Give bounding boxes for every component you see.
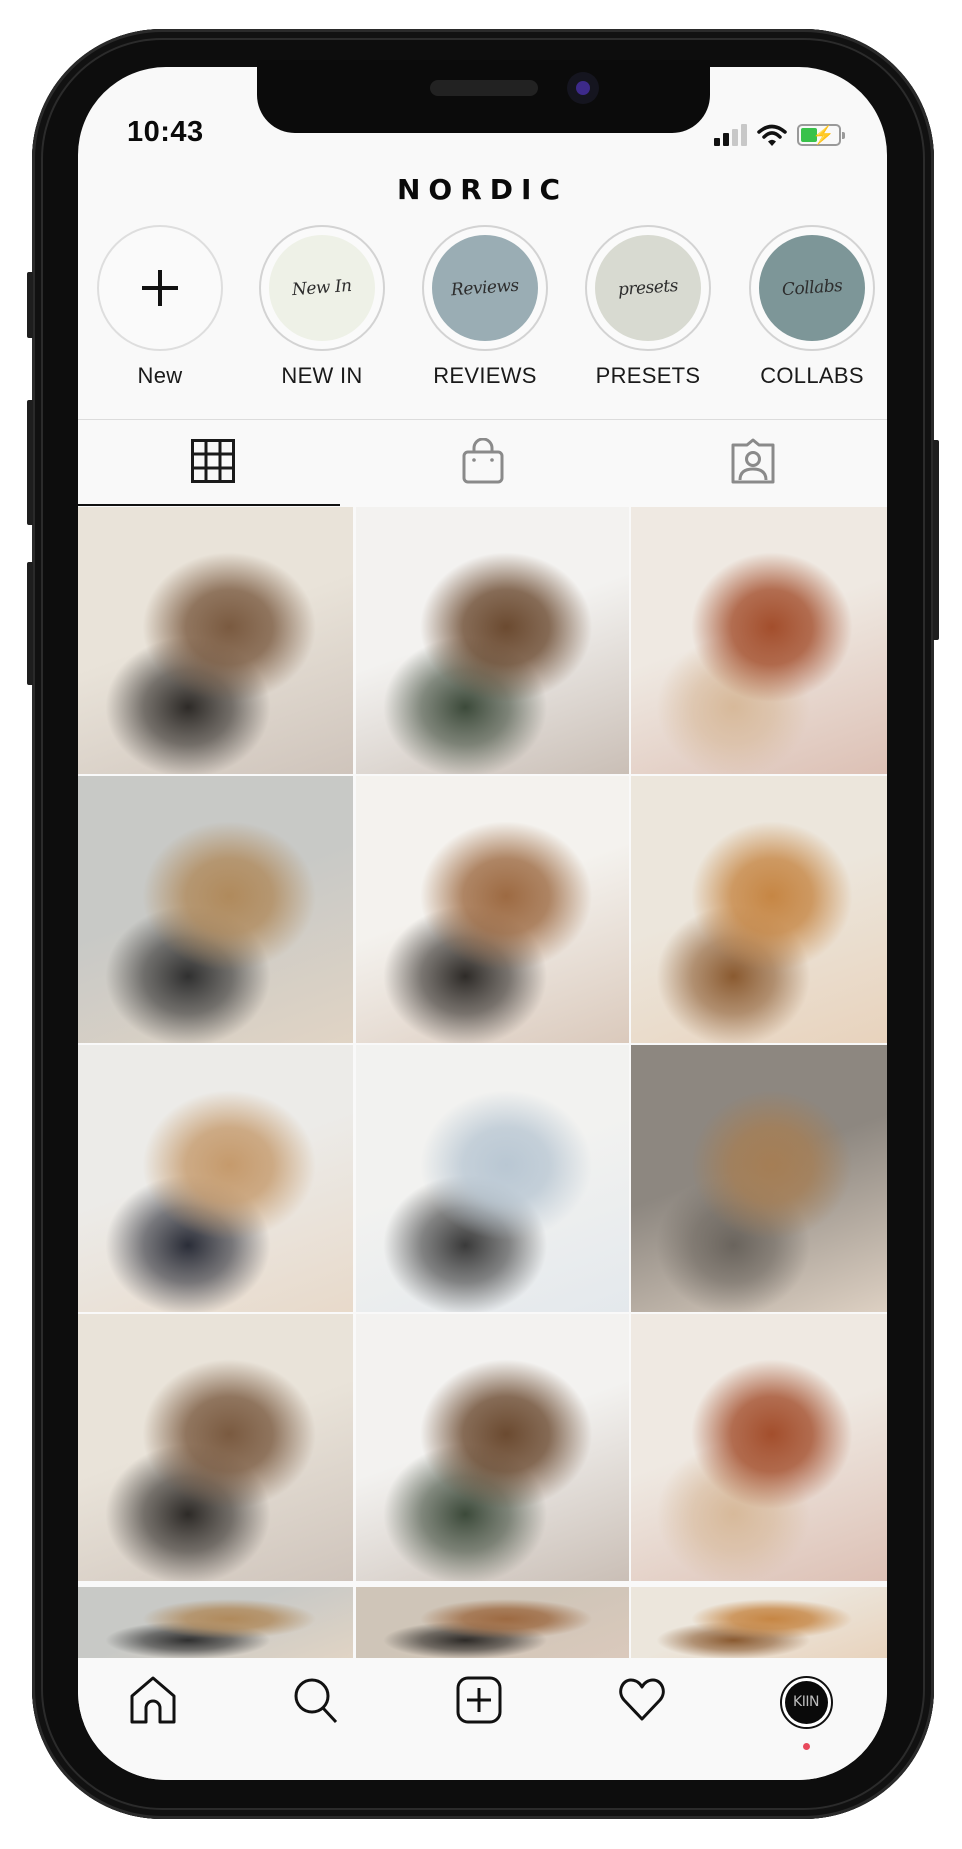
highlight-cover: presets [595, 235, 701, 341]
grid-post[interactable] [631, 1314, 887, 1581]
grid-post[interactable] [356, 1045, 629, 1312]
wifi-icon [757, 124, 787, 146]
charging-bolt-icon: ⚡ [812, 125, 835, 145]
battery-icon: ⚡ [797, 124, 845, 146]
nav-search[interactable] [285, 1672, 345, 1732]
posts-grid [78, 507, 887, 1658]
highlight-ring: presets [585, 225, 711, 351]
grid-post[interactable] [78, 776, 353, 1043]
highlight-cover: Collabs [759, 235, 865, 341]
grid-post[interactable] [356, 507, 629, 774]
front-camera [567, 72, 599, 104]
plus-icon [142, 270, 178, 306]
avatar-text: KIIN [784, 1680, 828, 1724]
volume-down-button [27, 562, 33, 685]
highlight-ring: New In [259, 225, 385, 351]
highlight-cover: Reviews [432, 235, 538, 341]
highlight-cover-text: Reviews [450, 275, 520, 301]
add-post-icon [456, 1676, 502, 1729]
highlight-new[interactable]: New [85, 225, 235, 389]
grid-post[interactable] [78, 1314, 353, 1581]
grid-icon [190, 438, 235, 488]
bottom-navigation: KIIN [78, 1658, 887, 1780]
power-button [933, 440, 939, 640]
grid-post[interactable] [356, 776, 629, 1043]
nav-profile[interactable]: KIIN [776, 1672, 836, 1732]
grid-post[interactable] [631, 776, 887, 1043]
highlight-cover-text: New In [291, 275, 353, 301]
grid-post[interactable] [631, 507, 887, 774]
avatar: KIIN [779, 1675, 833, 1729]
notification-dot [803, 1743, 810, 1750]
volume-up-button [27, 400, 33, 525]
highlight-new-in[interactable]: New In NEW IN [247, 225, 397, 389]
phone-screen: 10:43 ⚡ NORDIC New New In NEW IN Reviews… [78, 67, 887, 1780]
heart-icon [618, 1678, 666, 1727]
silent-switch [27, 272, 33, 338]
profile-tabs [78, 420, 887, 506]
profile-username-title: NORDIC [396, 173, 568, 206]
grid-post[interactable] [356, 1314, 629, 1581]
grid-post[interactable] [631, 1587, 887, 1658]
highlight-label: New [137, 363, 183, 388]
highlight-ring: Reviews [422, 225, 548, 351]
cellular-signal-icon [714, 124, 747, 146]
highlight-cover-text: presets [617, 275, 679, 301]
search-icon [292, 1676, 338, 1729]
nav-home[interactable] [123, 1672, 183, 1732]
highlight-label: NEW IN [281, 363, 363, 388]
status-icons: ⚡ [714, 120, 845, 146]
tab-grid[interactable] [78, 420, 347, 506]
shopping-bag-icon [462, 437, 504, 489]
highlight-cover: New In [269, 235, 375, 341]
speaker-grille [430, 80, 538, 96]
highlight-collabs[interactable]: Collabs COLLABS [737, 225, 887, 389]
grid-post[interactable] [78, 1045, 353, 1312]
status-time: 10:43 [127, 116, 204, 148]
highlight-ring: Collabs [749, 225, 875, 351]
grid-post[interactable] [631, 1045, 887, 1312]
home-icon [130, 1676, 176, 1729]
story-highlights: New New In NEW IN Reviews REVIEWS preset… [78, 225, 887, 415]
highlight-label: PRESETS [595, 363, 701, 388]
nav-activity[interactable] [612, 1672, 672, 1732]
tagged-person-icon [729, 438, 777, 489]
highlight-cover-text: Collabs [781, 275, 843, 301]
highlight-reviews[interactable]: Reviews REVIEWS [410, 225, 560, 389]
tab-shop[interactable] [348, 420, 617, 506]
highlight-label: COLLABS [760, 363, 864, 388]
highlight-ring [97, 225, 223, 351]
highlight-presets[interactable]: presets PRESETS [573, 225, 723, 389]
grid-post[interactable] [356, 1587, 629, 1658]
nav-new-post[interactable] [449, 1672, 509, 1732]
highlight-label: REVIEWS [433, 363, 537, 388]
phone-notch [257, 60, 710, 133]
grid-post[interactable] [78, 507, 353, 774]
tab-tagged[interactable] [618, 420, 887, 506]
grid-post[interactable] [78, 1587, 353, 1658]
